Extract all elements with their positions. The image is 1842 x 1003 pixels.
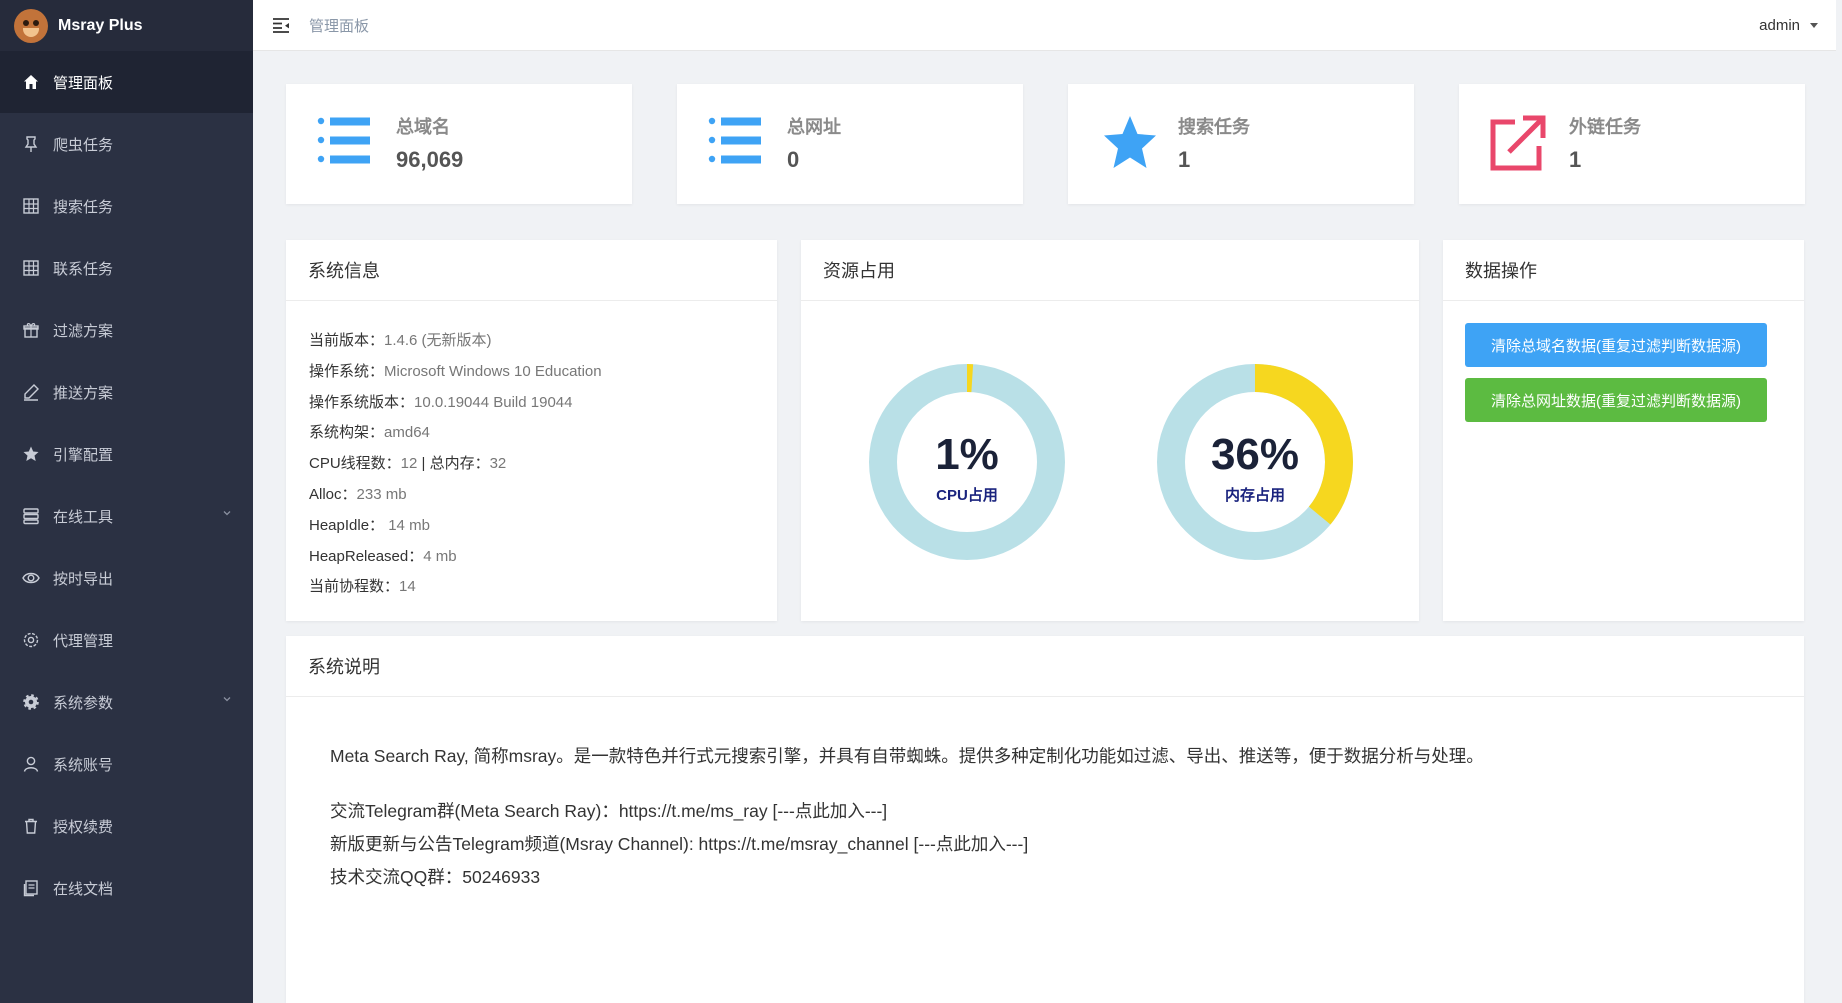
- info-row-alloc: Alloc：233 mb: [309, 485, 407, 503]
- sidebar-item-label: 过滤方案: [53, 322, 114, 340]
- list-icon: [708, 117, 761, 164]
- sidebar-item-label: 授权续费: [53, 818, 114, 836]
- info-row-os: 操作系统：Microsoft Windows 10 Education: [309, 362, 602, 380]
- description-intro: Meta Search Ray, 简称msray。是一款特色并行式元搜索引擎，并…: [330, 746, 1484, 766]
- stat-value: 96,069: [396, 147, 464, 172]
- stat-label: 外链任务: [1569, 117, 1641, 137]
- gift-icon: [22, 321, 40, 339]
- telegram-channel-link[interactable]: 新版更新与公告Telegram频道(Msray Channel): https:…: [330, 828, 1804, 861]
- info-row-arch: 系统构架：amd64: [309, 424, 430, 442]
- home-icon: [22, 73, 40, 91]
- menu-toggle-icon[interactable]: [271, 15, 291, 35]
- stat-card-search-tasks: 搜索任务 1: [1068, 84, 1414, 204]
- info-row-goroutines: 当前协程数：14: [309, 578, 416, 596]
- cpu-usage-label: CPU占用: [936, 487, 998, 504]
- gear-icon: [22, 693, 40, 711]
- user-icon: [22, 755, 40, 773]
- sidebar-menu: 管理面板 爬虫任务 搜索任务 联系任务 过滤方案 推送方案 引擎配置 在线工具: [0, 51, 253, 919]
- sidebar-item-label: 联系任务: [53, 260, 114, 278]
- system-info-panel: 系统信息 当前版本：1.4.6 (无新版本) 操作系统：Microsoft Wi…: [286, 240, 777, 621]
- sidebar-item-push-plan[interactable]: 推送方案: [0, 361, 253, 423]
- sidebar-item-label: 代理管理: [53, 632, 114, 650]
- eye-icon: [22, 569, 40, 587]
- trash-icon: [22, 817, 40, 835]
- memory-usage-value: 36%: [1210, 430, 1300, 479]
- sidebar: Msray Plus 管理面板 爬虫任务 搜索任务 联系任务 过滤方案 推送方案: [0, 0, 253, 1003]
- top-header: 管理面板 admin: [253, 0, 1842, 51]
- monkey-logo-icon: [14, 8, 48, 43]
- sidebar-item-label: 在线工具: [53, 508, 114, 526]
- sidebar-item-engine-config[interactable]: 引擎配置: [0, 423, 253, 485]
- stat-label: 总网址: [787, 117, 841, 137]
- sidebar-item-search-task[interactable]: 搜索任务: [0, 175, 253, 237]
- sidebar-item-label: 搜索任务: [53, 198, 114, 216]
- sidebar-item-label: 引擎配置: [53, 446, 114, 464]
- sidebar-item-dashboard[interactable]: 管理面板: [0, 51, 253, 113]
- table-icon: [22, 259, 40, 277]
- clear-urls-button[interactable]: 清除总网址数据(重复过滤判断数据源): [1465, 378, 1767, 422]
- sidebar-item-crawler[interactable]: 爬虫任务: [0, 113, 253, 175]
- page-scrollbar[interactable]: [1836, 0, 1842, 1003]
- stack-icon: [22, 507, 40, 525]
- star-icon: [22, 445, 40, 463]
- brand[interactable]: Msray Plus: [0, 0, 253, 51]
- sidebar-item-label: 按时导出: [53, 570, 114, 588]
- resource-usage-panel: 资源占用 1% CPU占用 36% 内存占用: [801, 240, 1419, 621]
- memory-usage-label: 内存占用: [1224, 487, 1285, 504]
- sidebar-item-proxy[interactable]: 代理管理: [0, 609, 253, 671]
- panel-title: 系统信息: [286, 240, 777, 301]
- info-row-heapreleased: HeapReleased：4 mb: [309, 547, 457, 565]
- stat-card-link-tasks: 外链任务 1: [1459, 84, 1805, 204]
- info-row-cpu-memory: CPU线程数：12 | 总内存：32: [309, 455, 507, 473]
- stat-label: 总域名: [396, 117, 450, 137]
- sidebar-item-label: 在线文档: [53, 880, 114, 898]
- sidebar-item-online-tools[interactable]: 在线工具: [0, 485, 253, 547]
- settings-outline-icon: [22, 631, 40, 649]
- stat-value: 1: [1569, 147, 1582, 172]
- stat-label: 搜索任务: [1178, 117, 1250, 137]
- external-link-icon: [1490, 115, 1546, 171]
- info-row-heapidle: HeapIdle： 14 mb: [309, 516, 430, 534]
- info-row-os-version: 操作系统版本：10.0.19044 Build 19044: [309, 393, 573, 411]
- pushpin-icon: [22, 135, 40, 153]
- sidebar-item-label: 系统账号: [53, 756, 114, 774]
- chevron-down-icon: [223, 697, 231, 702]
- list-icon: [317, 117, 370, 164]
- data-operations-panel: 数据操作 清除总域名数据(重复过滤判断数据源) 清除总网址数据(重复过滤判断数据…: [1443, 240, 1804, 621]
- panel-title: 资源占用: [801, 240, 1419, 301]
- chevron-down-icon: [223, 511, 231, 516]
- caret-down-icon: [1810, 23, 1818, 28]
- stat-value: 0: [787, 147, 800, 172]
- panel-title: 数据操作: [1443, 240, 1804, 301]
- pen-icon: [22, 383, 40, 401]
- sidebar-item-label: 爬虫任务: [53, 136, 114, 154]
- stat-card-domains: 总域名 96,069: [286, 84, 632, 204]
- panel-title: 系统说明: [286, 636, 1804, 697]
- stat-value: 1: [1178, 147, 1191, 172]
- sidebar-item-system-params[interactable]: 系统参数: [0, 671, 253, 733]
- breadcrumb[interactable]: 管理面板: [309, 15, 369, 36]
- sidebar-item-license[interactable]: 授权续费: [0, 795, 253, 857]
- telegram-group-link[interactable]: 交流Telegram群(Meta Search Ray)：https://t.m…: [330, 795, 1804, 828]
- sidebar-item-system-account[interactable]: 系统账号: [0, 733, 253, 795]
- cpu-usage-value: 1%: [935, 430, 999, 479]
- sidebar-item-label: 管理面板: [53, 74, 114, 92]
- info-row-version: 当前版本：1.4.6 (无新版本): [309, 332, 492, 349]
- clear-domains-button[interactable]: 清除总域名数据(重复过滤判断数据源): [1465, 323, 1767, 367]
- star-icon: [1104, 116, 1156, 168]
- sidebar-item-contact-task[interactable]: 联系任务: [0, 237, 253, 299]
- sidebar-item-label: 推送方案: [53, 384, 114, 402]
- sidebar-item-docs[interactable]: 在线文档: [0, 857, 253, 919]
- system-description-panel: 系统说明 Meta Search Ray, 简称msray。是一款特色并行式元搜…: [286, 636, 1804, 1003]
- stat-card-urls: 总网址 0: [677, 84, 1023, 204]
- qq-group-text: 技术交流QQ群：50246933: [330, 867, 541, 887]
- brand-name: Msray Plus: [58, 16, 143, 34]
- table-icon: [22, 197, 40, 215]
- document-icon: [22, 879, 40, 897]
- sidebar-item-timed-export[interactable]: 按时导出: [0, 547, 253, 609]
- sidebar-item-filter-plan[interactable]: 过滤方案: [0, 299, 253, 361]
- user-menu[interactable]: admin: [1759, 17, 1818, 34]
- username: admin: [1759, 17, 1800, 34]
- sidebar-item-label: 系统参数: [53, 694, 114, 712]
